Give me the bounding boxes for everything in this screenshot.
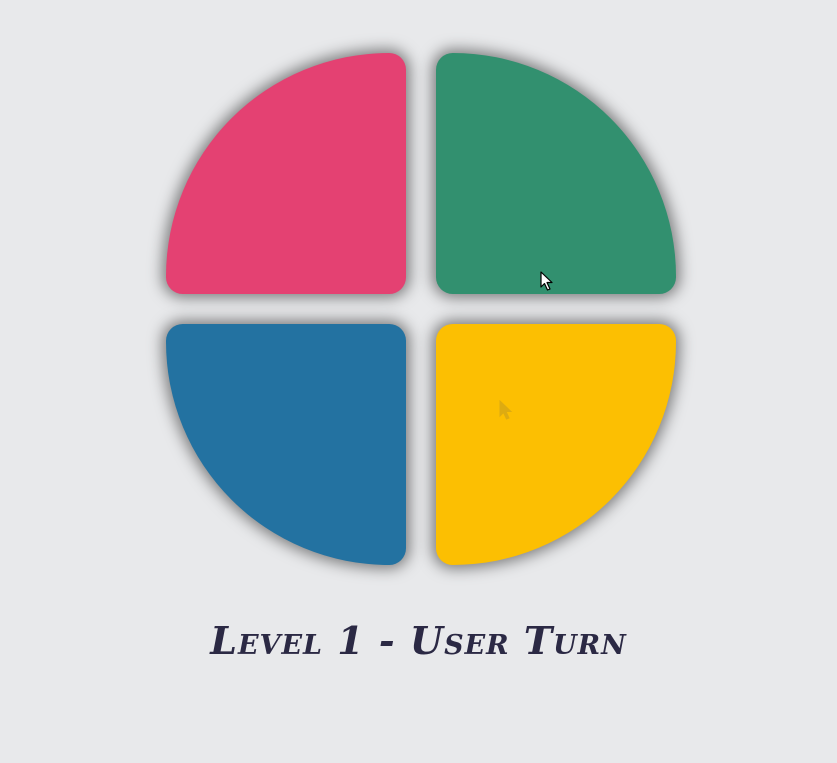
pad-top-right-green[interactable] [436,53,676,294]
mouse-pointer-ghost-icon [499,400,513,420]
pad-bottom-left-blue[interactable] [166,324,406,565]
pad-top-left-red[interactable] [166,53,406,294]
mouse-pointer-icon [540,271,553,291]
pad-bottom-right-yellow[interactable] [436,324,676,565]
simon-board [166,53,676,565]
game-status-text: Level 1 - User Turn [210,618,627,663]
